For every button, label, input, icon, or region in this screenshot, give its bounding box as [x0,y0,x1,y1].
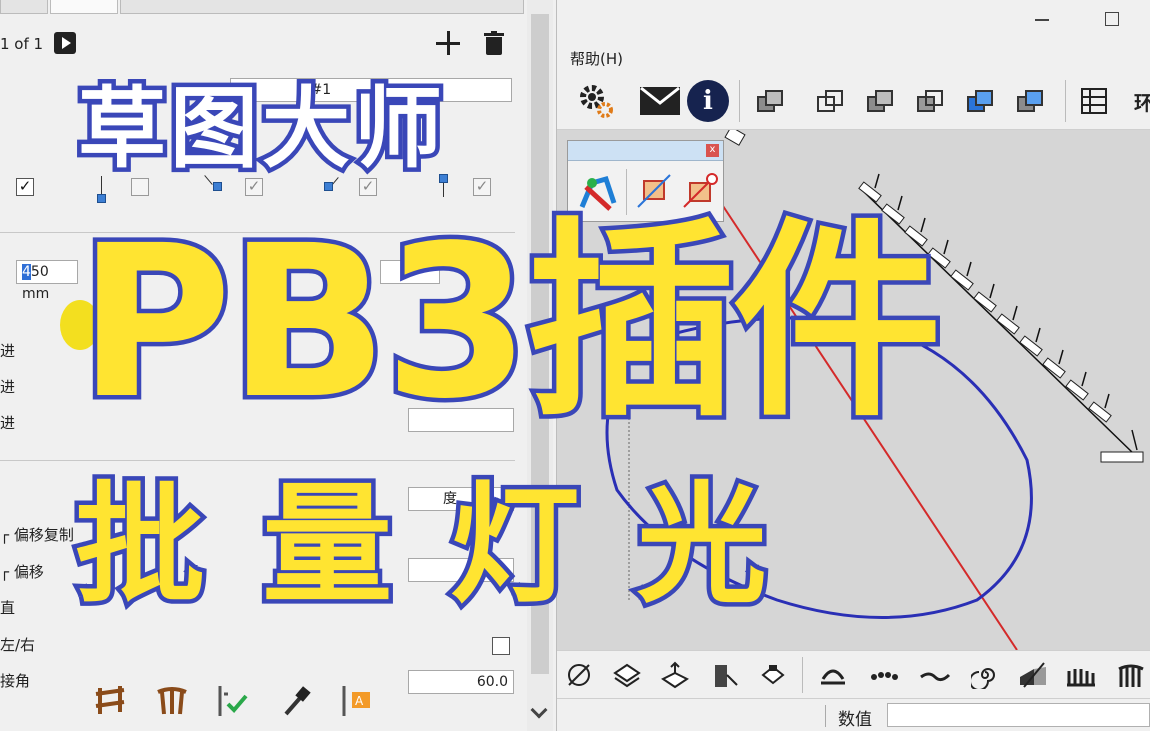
angle-input[interactable]: 60.0 [408,670,514,694]
straight-label: 直 [0,599,16,617]
bottom-toolbar [557,650,1150,698]
advance-label-1: 进 [0,342,16,360]
environment-button[interactable]: 环 [1123,80,1150,122]
door-tool-icon[interactable] [707,657,743,693]
divider [0,460,515,461]
floating-toolbar-titlebar[interactable]: x [568,141,723,161]
move-up-tool-icon[interactable] [657,657,693,693]
stairs-tool-icon[interactable] [1063,657,1099,693]
join-angle-label: 接角 [0,672,31,690]
delete-button[interactable] [484,31,504,55]
svg-text:A: A [355,694,364,708]
advance-label-2: 进 [0,378,16,396]
view-hidden-line-icon[interactable] [859,80,901,122]
view-wireframe-icon[interactable] [809,80,851,122]
axis-origin-marker [724,130,746,146]
table-icon[interactable] [1073,80,1115,122]
distance-input[interactable]: 450 mm [16,260,78,302]
offset-copy-label: ┌ 偏移复制 [0,526,74,544]
wave-tool-icon[interactable] [917,657,953,693]
offset-label: ┌ 偏移 [0,563,44,581]
view-xray-icon[interactable] [909,80,951,122]
next-page-button[interactable] [54,32,76,54]
fence-tool-icon[interactable] [90,684,130,724]
info-button[interactable]: i [687,80,729,122]
add-button[interactable] [436,31,460,55]
measurements-input[interactable] [887,703,1150,727]
pager-text: 1 of 1 [0,35,44,53]
stack-tool-icon[interactable] [609,657,645,693]
rail-tool-icon[interactable] [152,684,192,724]
tab-2[interactable] [50,0,118,14]
measure-tool-icon[interactable] [561,657,597,693]
measurements-label: 数值 [838,710,872,730]
arc-tool-icon[interactable] [815,657,851,693]
align-checkbox-5[interactable]: ✓ [473,178,491,196]
overlay-title-main: PB3插件 [73,200,946,445]
close-icon[interactable]: x [706,144,719,157]
view-textured-icon[interactable] [959,80,1001,122]
paint-tool-icon[interactable] [755,657,791,693]
overlay-title-top: 草图大师 [73,73,447,185]
eyedropper-icon[interactable] [276,684,316,724]
view-monochrome-icon[interactable] [1009,80,1051,122]
mail-icon[interactable] [639,80,681,122]
settings-gear-icon[interactable] [575,80,617,122]
main-toolbar: i 环 [557,72,1150,130]
scroll-down-icon[interactable] [530,701,548,719]
maximize-icon[interactable] [1105,12,1119,26]
minimize-icon[interactable] [1035,19,1049,21]
railing-tool-icon[interactable] [1113,657,1149,693]
check-tool-icon[interactable] [212,684,252,724]
play-icon [62,37,71,49]
section-tool-icon[interactable] [1015,657,1051,693]
info-icon: i [687,80,729,122]
tab-3[interactable] [120,0,524,14]
status-bar: 数值 [557,698,1150,731]
left-right-label: 左/右 [0,636,36,654]
left-right-checkbox[interactable] [492,637,510,655]
spiral-tool-icon[interactable] [967,657,1003,693]
overlay-title-bottom: 批 量 灯 光 [71,469,773,621]
menu-help[interactable]: 帮助(H) [570,48,623,69]
dots-tool-icon[interactable] [867,657,903,693]
advance-label-3: 进 [0,414,16,432]
tab-1[interactable] [0,0,48,14]
label-tool-icon[interactable]: A [336,684,376,724]
view-shaded-icon[interactable] [749,80,791,122]
align-checkbox-1[interactable]: ✓ [16,178,34,196]
